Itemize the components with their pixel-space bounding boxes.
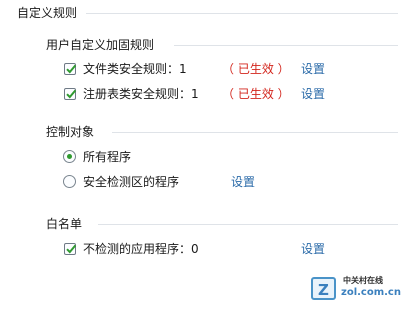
whitelist-label: 不检测的应用程序：0	[83, 242, 199, 256]
registry-rule-checkbox[interactable]	[64, 88, 77, 100]
detection-zone-radio[interactable]	[63, 175, 76, 188]
control-object-divider	[112, 132, 398, 133]
check-icon	[66, 244, 77, 254]
zol-logo-icon: Z	[311, 277, 336, 300]
registry-rule-status: （ 已生效 ）	[222, 87, 290, 101]
check-icon	[66, 64, 77, 74]
section-divider	[86, 13, 398, 14]
file-rule-settings-link[interactable]: 设置	[301, 62, 325, 76]
whitelist-title: 白名单	[46, 217, 83, 231]
whitelist-checkbox[interactable]	[64, 243, 77, 255]
watermark-url: zol.com.cn	[341, 287, 401, 298]
whitelist-settings-link[interactable]: 设置	[301, 242, 325, 256]
zol-watermark: Z 中关村在线 zol.com.cn	[310, 272, 401, 306]
file-rule-checkbox[interactable]	[64, 63, 77, 75]
radio-selected-dot	[67, 154, 72, 159]
control-object-title: 控制对象	[46, 125, 95, 139]
section-title: 自定义规则	[17, 6, 78, 20]
registry-rule-label: 注册表类安全规则：1	[83, 87, 199, 101]
watermark-name: 中关村在线	[343, 276, 383, 285]
custom-rules-title: 用户自定义加固规则	[46, 38, 155, 52]
svg-text:Z: Z	[318, 281, 329, 299]
file-rule-status: （ 已生效 ）	[222, 62, 290, 76]
custom-rules-divider	[174, 45, 398, 46]
detection-zone-label: 安全检测区的程序	[83, 175, 180, 189]
detection-zone-settings-link[interactable]: 设置	[231, 175, 255, 189]
registry-rule-settings-link[interactable]: 设置	[301, 87, 325, 101]
all-programs-radio[interactable]	[63, 150, 76, 163]
all-programs-label: 所有程序	[83, 150, 132, 164]
file-rule-label: 文件类安全规则：1	[83, 62, 187, 76]
check-icon	[66, 89, 77, 99]
whitelist-divider	[98, 224, 398, 225]
